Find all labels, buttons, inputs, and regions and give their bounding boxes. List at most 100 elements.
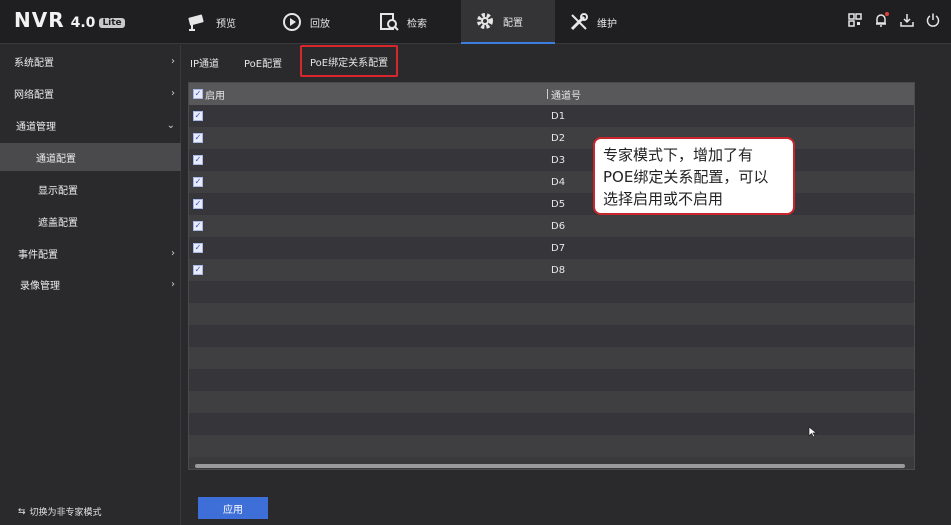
callout-line-1: 专家模式下，增加了有 bbox=[603, 146, 754, 164]
top-bar: NVR 4.0 Lite 预览 回放 检索 配置 维护 bbox=[0, 0, 951, 44]
channel-cell: D6 bbox=[551, 220, 566, 232]
qrcode-icon[interactable] bbox=[847, 12, 863, 28]
playback-icon bbox=[280, 10, 304, 34]
nav-search[interactable]: 检索 bbox=[377, 0, 457, 44]
empty-row bbox=[189, 413, 914, 435]
empty-row bbox=[189, 281, 914, 303]
sidebar-item-label: 遮盖配置 bbox=[38, 217, 78, 229]
sidebar-item-label: 事件配置 bbox=[18, 249, 58, 261]
table-row: ✓ D4 bbox=[189, 171, 914, 193]
table-row: ✓ D7 bbox=[189, 237, 914, 259]
chevron-right-icon: › bbox=[171, 247, 175, 259]
wrench-icon bbox=[567, 10, 591, 34]
sidebar-item-label: 录像管理 bbox=[20, 280, 60, 292]
camera-icon bbox=[186, 10, 210, 34]
table-row: ✓ D8 bbox=[189, 259, 914, 281]
bell-icon[interactable] bbox=[873, 12, 889, 28]
annotation-callout: 专家模式下，增加了有 POE绑定关系配置，可以 选择启用或不启用 bbox=[593, 137, 795, 215]
logo: NVR 4.0 Lite bbox=[14, 8, 125, 36]
sidebar-item-channel-config[interactable]: 通道配置 bbox=[0, 143, 181, 171]
enable-checkbox[interactable]: ✓ bbox=[193, 265, 203, 275]
power-icon[interactable] bbox=[925, 12, 941, 28]
nav-maintenance-label: 维护 bbox=[597, 18, 617, 30]
select-all-checkbox[interactable]: ✓ bbox=[193, 89, 203, 99]
logo-brand: NVR bbox=[14, 8, 65, 32]
empty-row bbox=[189, 325, 914, 347]
column-divider bbox=[547, 89, 548, 99]
chevron-down-icon: ⌄ bbox=[166, 119, 175, 131]
sidebar-item-display-config[interactable]: 显示配置 bbox=[0, 175, 181, 203]
empty-row bbox=[189, 347, 914, 369]
table-row: ✓ D6 bbox=[189, 215, 914, 237]
table-row: ✓ D3 bbox=[189, 149, 914, 171]
sidebar-item-mask-config[interactable]: 遮盖配置 bbox=[0, 207, 181, 235]
channel-cell: D8 bbox=[551, 264, 566, 276]
sidebar-item-label: 通道配置 bbox=[36, 153, 76, 165]
callout-line-2: POE绑定关系配置，可以 bbox=[603, 168, 769, 186]
empty-row bbox=[189, 303, 914, 325]
table-row: ✓ D5 bbox=[189, 193, 914, 215]
nav-playback[interactable]: 回放 bbox=[280, 0, 360, 44]
chevron-right-icon: › bbox=[171, 278, 175, 290]
tab-poe-config[interactable]: PoE配置 bbox=[244, 48, 282, 76]
gear-icon bbox=[473, 9, 497, 33]
nav-preview[interactable]: 预览 bbox=[186, 0, 266, 44]
channel-cell: D7 bbox=[551, 242, 566, 254]
apply-button[interactable]: 应用 bbox=[198, 497, 268, 519]
empty-row bbox=[189, 369, 914, 391]
table-row: ✓ D1 bbox=[189, 105, 914, 127]
chevron-right-icon: › bbox=[171, 55, 175, 67]
nav-config-label: 配置 bbox=[503, 17, 523, 29]
enable-checkbox[interactable]: ✓ bbox=[193, 177, 203, 187]
enable-checkbox[interactable]: ✓ bbox=[193, 111, 203, 121]
table-row: ✓ D2 bbox=[189, 127, 914, 149]
empty-row bbox=[189, 435, 914, 457]
sidebar-item-channel-management[interactable]: 通道管理 ⌄ bbox=[0, 111, 181, 139]
enable-checkbox[interactable]: ✓ bbox=[193, 199, 203, 209]
horizontal-scrollbar[interactable] bbox=[195, 464, 905, 468]
tab-ip-channel[interactable]: IP通道 bbox=[190, 48, 219, 76]
logo-edition: Lite bbox=[99, 18, 125, 28]
enable-checkbox[interactable]: ✓ bbox=[193, 221, 203, 231]
sidebar-item-network[interactable]: 网络配置 › bbox=[0, 79, 181, 107]
callout-line-3: 选择启用或不启用 bbox=[603, 190, 724, 208]
logo-version: 4.0 bbox=[70, 15, 96, 31]
header-channel: 通道号 bbox=[551, 90, 581, 102]
download-icon[interactable] bbox=[899, 12, 915, 28]
sidebar-item-event-config[interactable]: 事件配置 › bbox=[0, 239, 181, 267]
tab-label: PoE配置 bbox=[244, 58, 283, 70]
sidebar-item-label: 系统配置 bbox=[14, 57, 54, 69]
channel-cell: D5 bbox=[551, 198, 566, 210]
channel-table: ✓ 启用 通道号 ✓ D1 ✓ D2 ✓ D3 ✓ D4 ✓ D5 ✓ D6 ✓… bbox=[188, 82, 915, 470]
swap-icon: ⇆ bbox=[18, 506, 26, 517]
sidebar-item-label: 通道管理 bbox=[16, 121, 56, 133]
table-header: ✓ 启用 通道号 bbox=[189, 83, 914, 105]
nav-playback-label: 回放 bbox=[310, 18, 330, 30]
nav-config[interactable]: 配置 bbox=[461, 0, 555, 44]
top-right-tools bbox=[847, 12, 941, 28]
switch-mode-link[interactable]: ⇆ 切换为非专家模式 bbox=[18, 505, 102, 519]
channel-cell: D1 bbox=[551, 110, 566, 122]
nav-search-label: 检索 bbox=[407, 18, 427, 30]
header-enable: 启用 bbox=[205, 90, 225, 102]
sidebar: 系统配置 › 网络配置 › 通道管理 ⌄ 通道配置 显示配置 遮盖配置 事件配置… bbox=[0, 45, 181, 525]
mouse-cursor-icon bbox=[808, 426, 818, 438]
enable-checkbox[interactable]: ✓ bbox=[193, 155, 203, 165]
switch-mode-label: 切换为非专家模式 bbox=[29, 508, 102, 518]
enable-checkbox[interactable]: ✓ bbox=[193, 133, 203, 143]
nav-preview-label: 预览 bbox=[216, 18, 236, 30]
sidebar-item-label: 网络配置 bbox=[14, 89, 54, 101]
tab-label: PoE绑定关系配置 bbox=[310, 57, 389, 69]
channel-cell: D2 bbox=[551, 132, 566, 144]
sidebar-item-system[interactable]: 系统配置 › bbox=[0, 47, 181, 75]
enable-checkbox[interactable]: ✓ bbox=[193, 243, 203, 253]
sidebar-item-recording[interactable]: 录像管理 › bbox=[0, 270, 181, 298]
notification-dot bbox=[885, 12, 889, 16]
empty-row bbox=[189, 391, 914, 413]
nav-maintenance[interactable]: 维护 bbox=[567, 0, 647, 44]
sidebar-item-label: 显示配置 bbox=[38, 185, 78, 197]
tab-poe-binding[interactable]: PoE绑定关系配置 bbox=[300, 45, 399, 77]
search-icon bbox=[377, 10, 401, 34]
channel-cell: D3 bbox=[551, 154, 566, 166]
tab-label: IP通道 bbox=[190, 58, 219, 70]
